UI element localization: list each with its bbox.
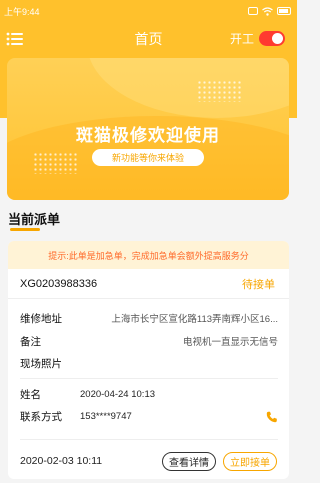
new-feature-button[interactable]: 新功能等你来体验 xyxy=(92,149,204,166)
contact-row: 联系方式 153****9747 xyxy=(20,407,278,425)
battery-icon xyxy=(277,7,291,15)
work-toggle[interactable]: 开工 xyxy=(230,30,285,47)
card-footer: 2020-02-03 10:11 查看详情 立即接单 xyxy=(8,447,289,475)
name-label: 姓名 xyxy=(20,388,41,401)
address-row: 维修地址 上海市长宁区宣化路113弄南辉小区16... xyxy=(20,309,278,327)
work-toggle-label: 开工 xyxy=(229,32,254,46)
work-switch[interactable] xyxy=(259,31,285,46)
divider xyxy=(20,439,278,440)
order-header-row: XG0203988336 待接单 xyxy=(8,269,289,299)
banner-wave xyxy=(87,58,289,118)
section-title: 当前派单 xyxy=(8,212,61,227)
contact-label: 联系方式 xyxy=(20,410,62,423)
remark-value: 电视机一直显示无信号 xyxy=(182,337,278,348)
title-bar: 首页 开工 xyxy=(0,26,297,52)
welcome-banner: 斑猫极修欢迎使用 新功能等你来体验 xyxy=(7,58,289,200)
divider xyxy=(20,378,278,379)
page-title: 首页 xyxy=(134,31,163,47)
banner-title: 斑猫极修欢迎使用 xyxy=(76,126,220,145)
accept-order-button[interactable]: 立即接单 xyxy=(223,451,277,471)
photo-row: 现场照片 xyxy=(20,354,278,372)
phone-icon[interactable] xyxy=(266,411,278,423)
urgent-notice: 提示:此单是加急单，完成加急单会额外提高服务分 xyxy=(8,241,289,269)
banner-dots xyxy=(33,152,77,174)
order-card[interactable]: 提示:此单是加急单，完成加急单会额外提高服务分 XG0203988336 待接单… xyxy=(8,241,289,479)
banner-dots xyxy=(197,80,241,102)
menu-icon[interactable] xyxy=(6,31,24,47)
sim-icon xyxy=(248,7,258,15)
address-value: 上海市长宁区宣化路113弄南辉小区16... xyxy=(111,314,278,325)
status-bar: 上午9:44 xyxy=(0,0,297,22)
order-status: 待接单 xyxy=(242,278,275,291)
status-time: 上午9:44 xyxy=(4,6,40,17)
wifi-icon xyxy=(262,6,273,16)
photo-label: 现场照片 xyxy=(20,357,62,370)
switch-knob xyxy=(272,33,283,44)
order-number: XG0203988336 xyxy=(20,277,98,290)
remark-row: 备注 电视机一直显示无信号 xyxy=(20,332,278,350)
address-label: 维修地址 xyxy=(20,312,62,325)
view-details-button[interactable]: 查看详情 xyxy=(162,451,216,471)
status-icons xyxy=(248,6,291,16)
created-time: 2020-02-03 10:11 xyxy=(20,455,103,467)
contact-value: 153****9747 xyxy=(80,410,132,422)
name-value: 2020-04-24 10:13 xyxy=(80,388,156,400)
section-underline xyxy=(10,228,40,231)
remark-label: 备注 xyxy=(20,335,41,348)
name-row: 姓名 2020-04-24 10:13 xyxy=(20,385,278,403)
